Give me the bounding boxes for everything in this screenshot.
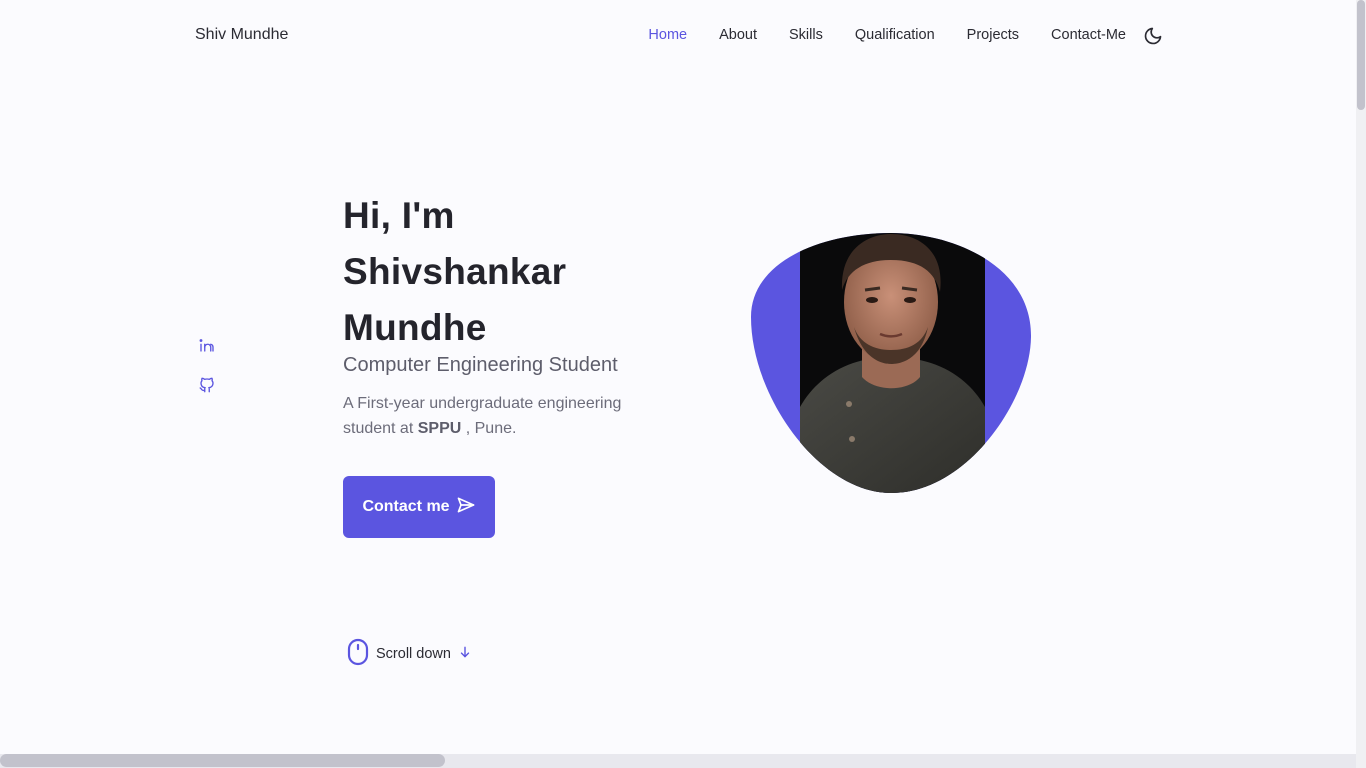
- hero-description: A First-year undergraduate engineering s…: [343, 391, 673, 441]
- site-logo[interactable]: Shiv Mundhe: [195, 26, 288, 44]
- hero-desc-location: , Pune.: [461, 420, 517, 437]
- hero-title-line1: Hi, I'm: [343, 195, 455, 236]
- vertical-scrollbar-thumb[interactable]: [1357, 0, 1365, 110]
- hero-subtitle: Computer Engineering Student: [343, 354, 618, 376]
- hero-section: Hi, I'm Shivshankar Mundhe Computer Engi…: [343, 188, 703, 441]
- horizontal-scrollbar[interactable]: [0, 754, 1356, 768]
- nav-projects[interactable]: Projects: [967, 27, 1019, 43]
- nav-skills[interactable]: Skills: [789, 27, 823, 43]
- nav-contact[interactable]: Contact-Me: [1051, 27, 1126, 43]
- linkedin-icon[interactable]: [198, 336, 216, 356]
- arrow-down-icon: [458, 645, 472, 663]
- site-header: Shiv Mundhe Home About Skills Qualificat…: [0, 0, 1356, 72]
- contact-me-button[interactable]: Contact me: [343, 476, 495, 538]
- scroll-down-label: Scroll down: [376, 646, 451, 662]
- vertical-scrollbar[interactable]: [1356, 0, 1366, 768]
- nav-about[interactable]: About: [719, 27, 757, 43]
- hero-title-line3: Mundhe: [343, 307, 487, 348]
- social-links: [198, 336, 216, 396]
- moon-icon[interactable]: [1143, 26, 1163, 46]
- hero-desc-university: SPPU: [417, 420, 462, 437]
- horizontal-scrollbar-thumb[interactable]: [0, 754, 445, 767]
- nav-home[interactable]: Home: [648, 27, 687, 43]
- mouse-icon: [347, 638, 369, 670]
- contact-me-label: Contact me: [362, 498, 450, 515]
- github-icon[interactable]: [198, 376, 216, 396]
- hero-title: Hi, I'm Shivshankar Mundhe: [343, 188, 703, 356]
- hero-title-line2: Shivshankar: [343, 251, 567, 292]
- scroll-down-link[interactable]: Scroll down: [347, 638, 472, 670]
- send-icon: [456, 495, 476, 520]
- nav-qualification[interactable]: Qualification: [855, 27, 935, 43]
- main-nav: Home About Skills Qualification Projects…: [648, 27, 1126, 43]
- profile-photo-blob: [750, 232, 1032, 494]
